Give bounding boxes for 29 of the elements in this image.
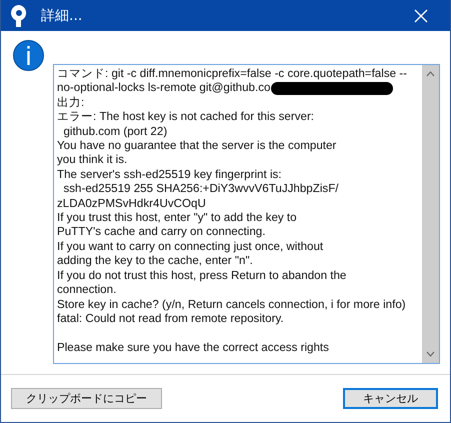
dialog-button[interactable]: キャンセル	[343, 388, 438, 409]
window-title: 詳細...	[41, 6, 84, 24]
output-line: connection.	[57, 283, 116, 298]
output-line: zLDA0zPMSvHdkr4UvCOqU	[57, 196, 206, 212]
output-line: You have no guarantee that the server is the computer	[57, 139, 336, 154]
output-line: Please make sure you have the correct access rights	[57, 340, 329, 356]
output-line: fatal: Could not read from remote repository.	[57, 312, 284, 326]
output-text-area[interactable]	[53, 64, 440, 364]
output-line: no-optional-locks ls-remote git@github.co	[57, 81, 270, 96]
scroll-down-icon[interactable]	[426, 351, 435, 357]
output-line: The server's ssh-ed25519 key fingerprint is:	[57, 168, 282, 182]
output-line: If you want to carry on connecting just once, without	[57, 240, 324, 254]
output-line: コマンド: git -c diff.mnemonicprefix=false -c core.quotepath=false --	[57, 67, 408, 82]
info-icon	[13, 40, 44, 71]
scrollbar[interactable]	[422, 65, 439, 363]
output-line: If you do not trust this host, press Return to abandon the	[57, 268, 346, 284]
output-line: ssh-ed25519 255 SHA256:+DiY3wvvV6TuJJhbpZisF/	[62, 182, 339, 197]
output-line: Store key in cache? (y/n, Return cancels connection, i for more info)	[57, 298, 406, 312]
scroll-up-icon[interactable]	[426, 71, 435, 77]
app-logo-icon	[9, 4, 29, 28]
output-line: エラー: The host key is not cached for this server:	[57, 110, 314, 125]
close-icon[interactable]	[414, 8, 428, 22]
output-line: you think it is.	[57, 153, 128, 168]
output-line: 出力:	[57, 96, 84, 110]
output-line: If you trust this host, enter "y" to add the key to	[57, 211, 297, 226]
dialog-button[interactable]: クリップボードにコピー	[11, 388, 162, 409]
output-line: PuTTY's cache and carry on connecting.	[57, 225, 266, 240]
output-line: github.com (port 22)	[62, 124, 168, 140]
output-line: adding the key to the cache, enter "n".	[57, 254, 253, 269]
